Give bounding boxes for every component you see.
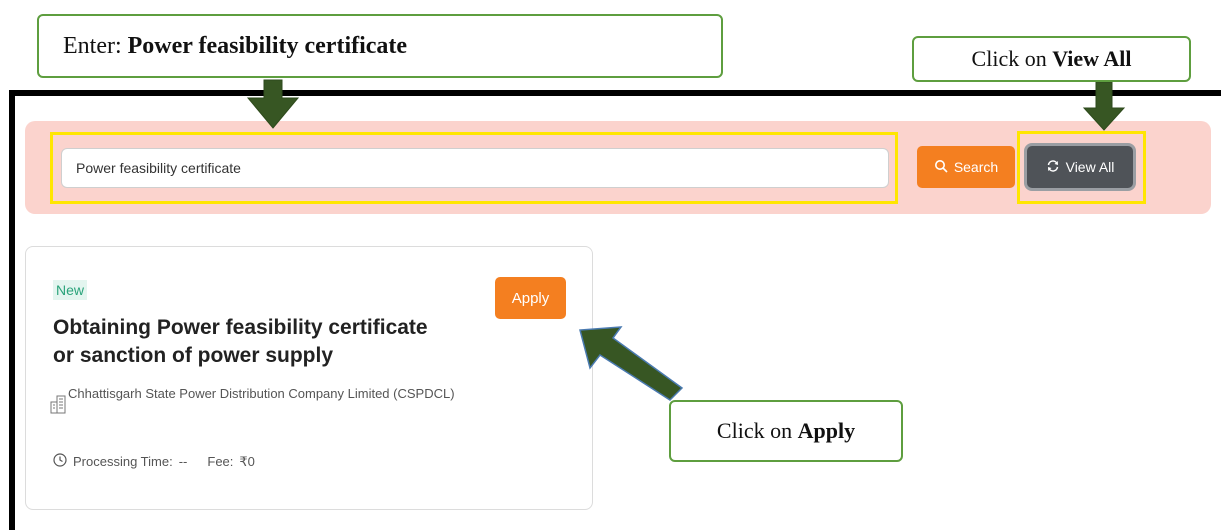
callout-view-all: Click on View All [912, 36, 1191, 82]
arrow-to-search [246, 79, 300, 129]
callout-apply-emphasis: Apply [797, 418, 856, 443]
arrow-to-apply [579, 326, 684, 401]
callout-enter-prefix: Enter: [63, 32, 128, 59]
callout-apply-prefix: Click on [716, 418, 798, 443]
callout-view-all-prefix: Click on [971, 46, 1053, 71]
callout-enter-emphasis: Power feasibility certificate [127, 32, 408, 59]
callout-apply: Click on Apply [669, 400, 903, 462]
callout-enter: Enter: Power feasibility certificate [37, 14, 723, 78]
callout-view-all-emphasis: View All [1052, 46, 1132, 71]
arrow-to-view-all [1082, 81, 1126, 131]
